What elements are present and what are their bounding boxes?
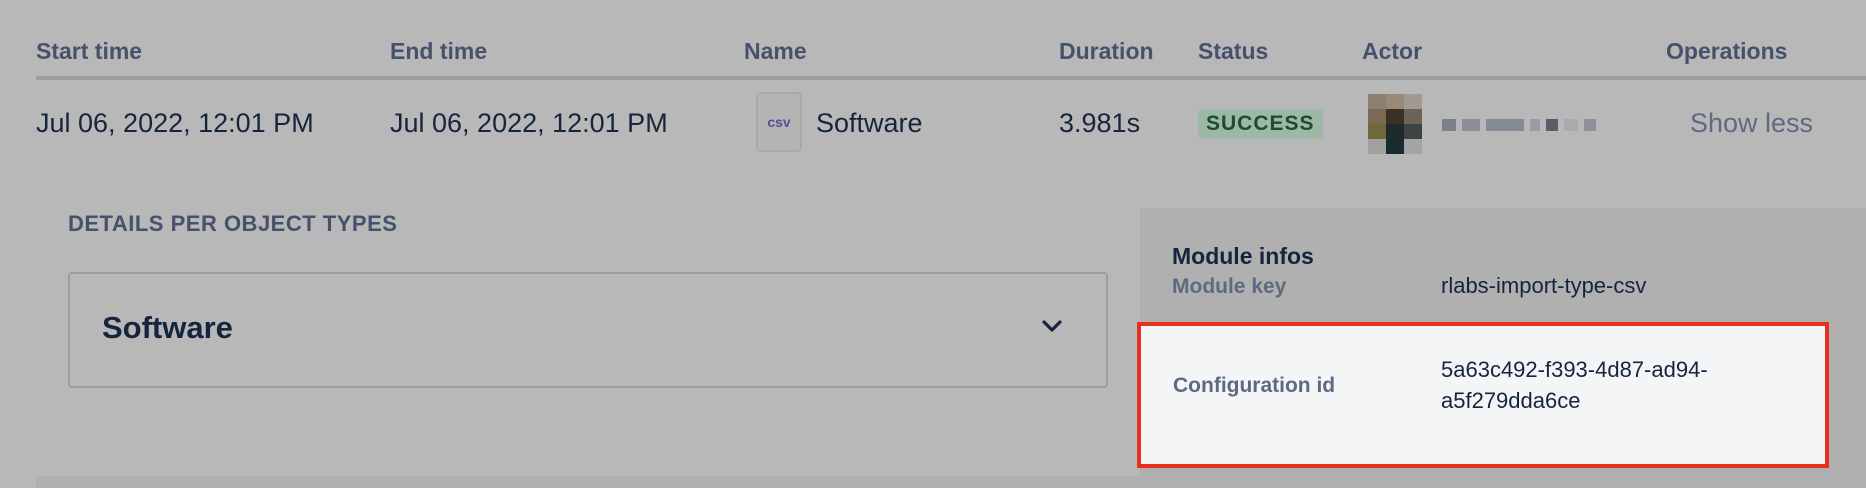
module-key-label: Module key bbox=[1172, 275, 1287, 298]
configuration-id-highlight: Configuration id 5a63c492-f393-4d87-ad94… bbox=[1137, 322, 1829, 468]
column-header-name[interactable]: Name bbox=[744, 38, 807, 65]
module-key-value: rlabs-import-type-csv bbox=[1441, 273, 1647, 298]
object-type-label: Software bbox=[102, 310, 233, 345]
actor-name-redacted bbox=[1442, 118, 1596, 132]
chevron-down-icon[interactable] bbox=[1040, 314, 1064, 338]
object-type-accordion[interactable]: Software bbox=[68, 272, 1108, 388]
show-less-button[interactable]: Show less bbox=[1690, 108, 1813, 139]
configuration-id-label: Configuration id bbox=[1173, 374, 1336, 397]
start-time-cell: Jul 06, 2022, 12:01 PM bbox=[36, 108, 314, 138]
column-header-start-time[interactable]: Start time bbox=[36, 38, 142, 65]
module-infos-title: Module infos bbox=[1172, 243, 1314, 269]
table-row: Jul 06, 2022, 12:01 PM Jul 06, 2022, 12:… bbox=[0, 80, 1866, 170]
end-time-cell: Jul 06, 2022, 12:01 PM bbox=[390, 108, 668, 138]
column-header-end-time[interactable]: End time bbox=[390, 38, 487, 65]
configuration-id-value-line-1: 5a63c492-f393-4d87-ad94- bbox=[1441, 357, 1708, 382]
configuration-id-value-line-2: a5f279dda6ce bbox=[1441, 388, 1581, 413]
details-section-title: DETAILS PER OBJECT TYPES bbox=[68, 211, 398, 236]
duration-cell: 3.981s bbox=[1059, 108, 1141, 138]
table-header: Start time End time Name Duration Status… bbox=[36, 34, 1866, 80]
avatar bbox=[1368, 94, 1422, 154]
column-header-operations: Operations bbox=[1666, 38, 1788, 64]
csv-file-icon-label: csv bbox=[767, 114, 791, 130]
column-header-actor[interactable]: Actor bbox=[1362, 38, 1422, 65]
column-header-duration[interactable]: Duration bbox=[1059, 38, 1154, 65]
configuration-id-value: 5a63c492-f393-4d87-ad94- a5f279dda6ce bbox=[1441, 354, 1708, 416]
next-row-edge bbox=[36, 476, 1866, 488]
status-badge: SUCCESS bbox=[1198, 109, 1323, 139]
name-cell: Software bbox=[816, 108, 923, 138]
csv-file-icon: csv bbox=[756, 92, 802, 152]
column-header-status[interactable]: Status bbox=[1198, 38, 1268, 65]
